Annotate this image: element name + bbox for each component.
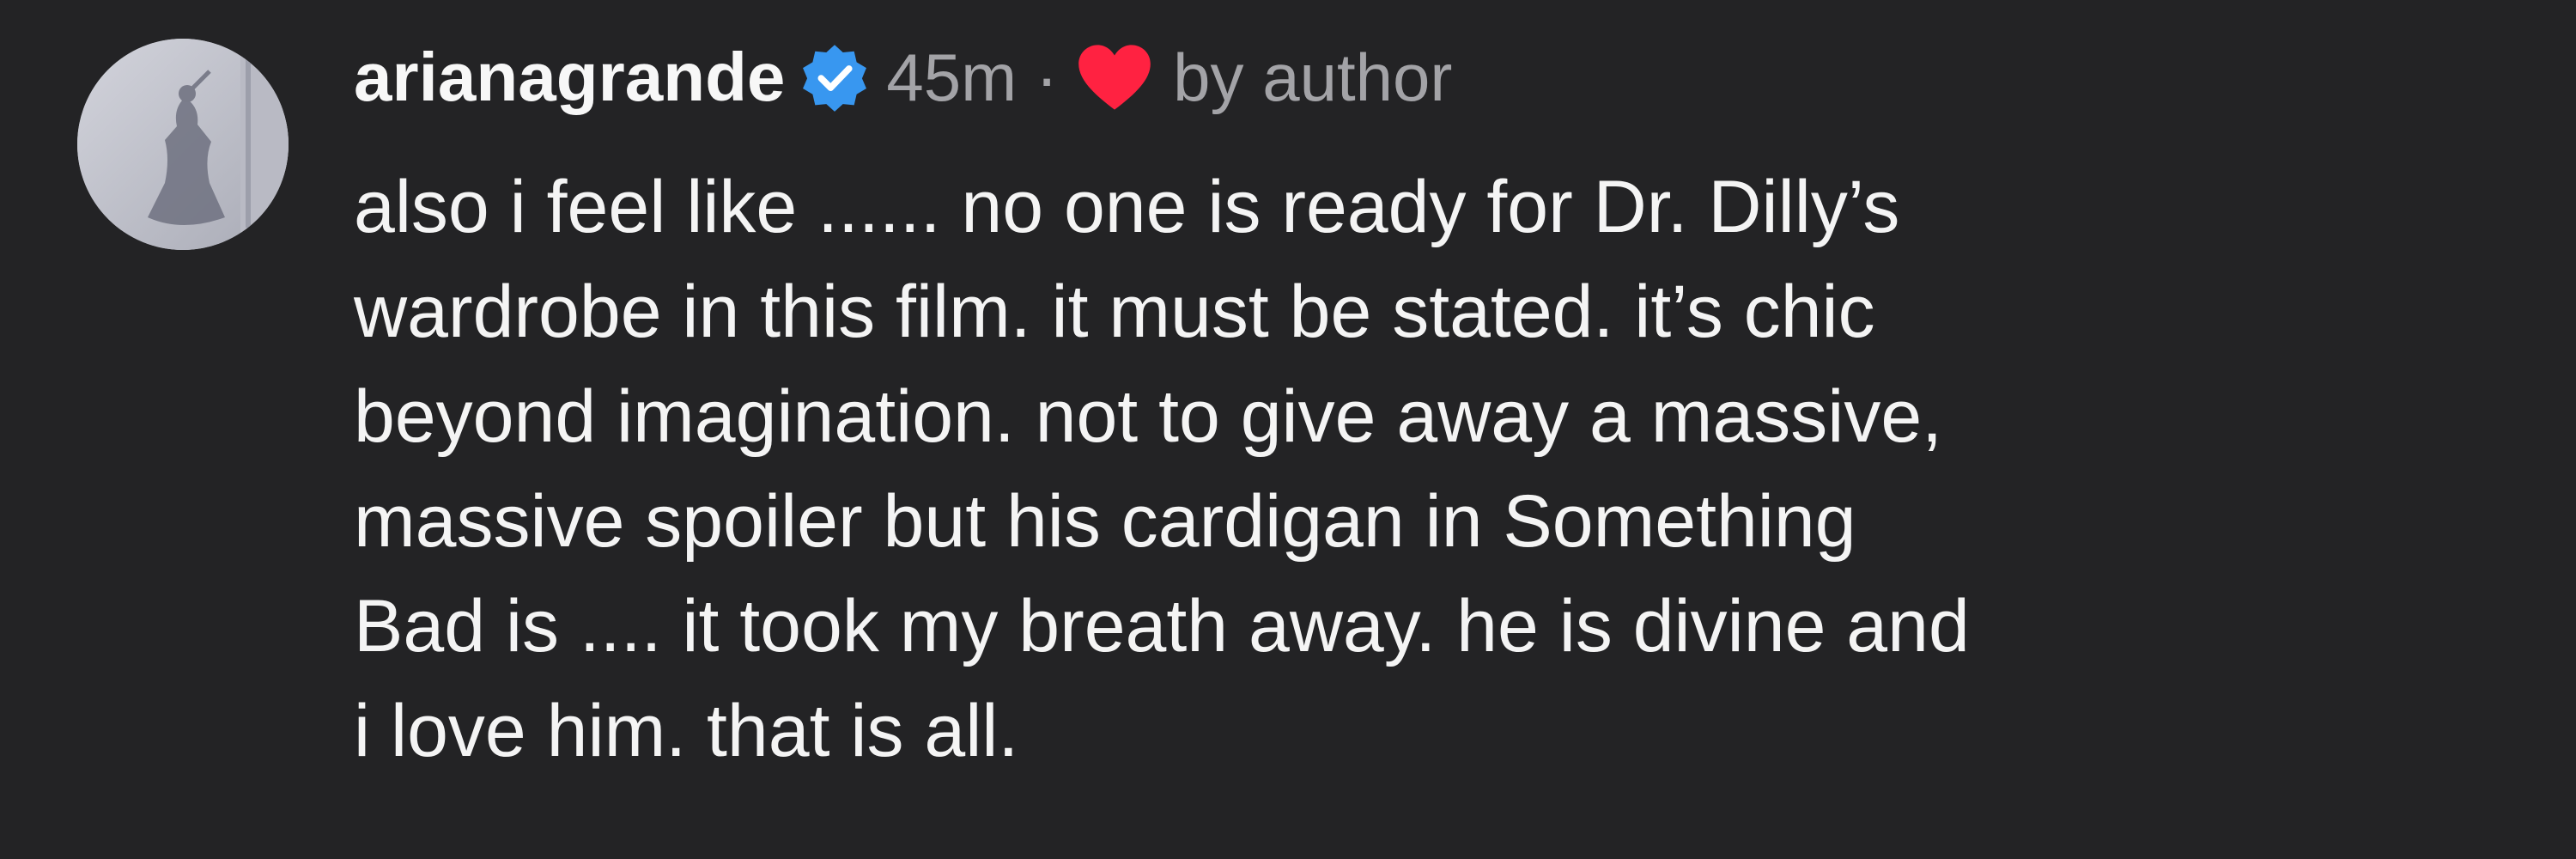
comment-text-line: Bad is .... it took my breath away. he i… <box>354 585 1970 667</box>
verified-badge-icon <box>799 41 871 113</box>
username-link[interactable]: arianagrande <box>354 38 785 117</box>
separator-dot: · <box>1036 39 1059 115</box>
comment-header: arianagrande 45m · by author <box>354 34 1452 120</box>
heart-icon <box>1075 41 1154 113</box>
comment: arianagrande 45m · by author also i feel… <box>0 0 2576 859</box>
liked-by-author-label: by author <box>1173 39 1453 115</box>
comment-text-line: also i feel like ...... no one is ready … <box>354 166 1900 248</box>
profile-photo-icon <box>77 39 289 250</box>
comment-text-line: beyond imagination. not to give away a m… <box>354 375 1943 458</box>
comment-text-line: massive spoiler but his cardigan in Some… <box>354 480 1856 563</box>
comment-text-line: i love him. that is all. <box>354 690 1019 772</box>
avatar[interactable] <box>77 39 289 250</box>
comment-text: also i feel like ...... no one is ready … <box>354 155 2535 783</box>
comment-text-line: wardrobe in this film. it must be stated… <box>354 271 1875 353</box>
timestamp: 45m <box>886 39 1018 115</box>
